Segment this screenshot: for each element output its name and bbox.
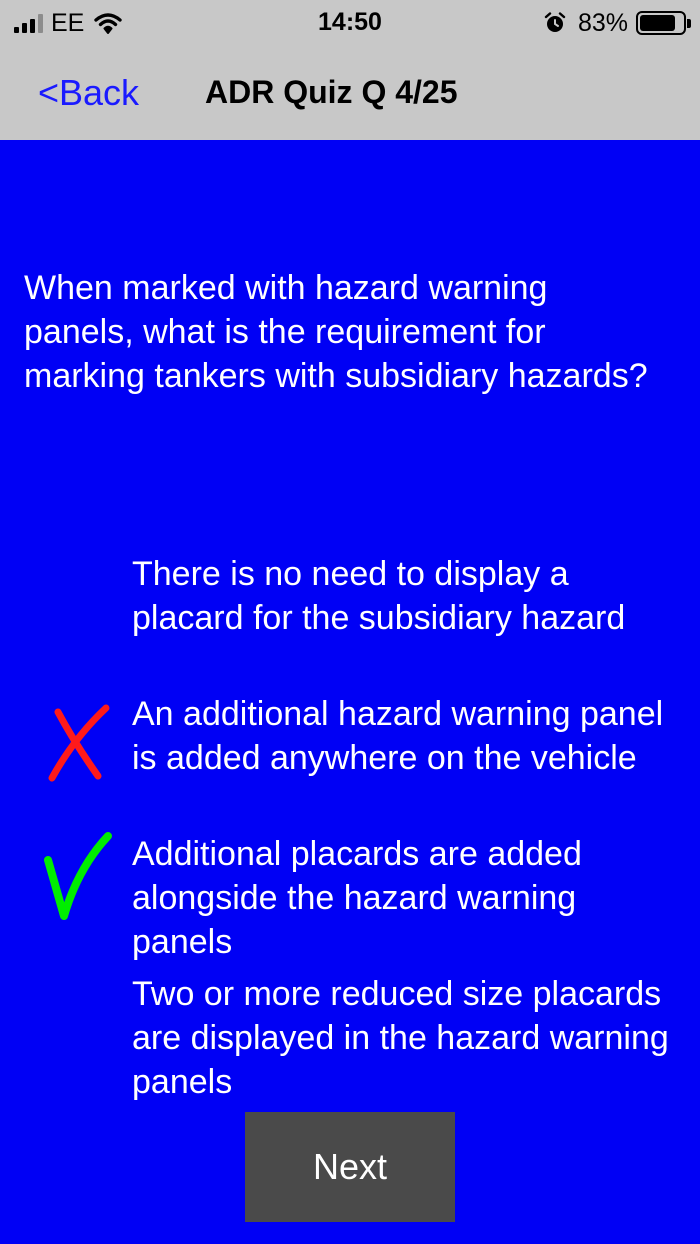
alarm-icon [544,12,566,32]
status-bar: EE 14:50 83% [0,0,700,46]
battery-nub [687,19,691,28]
battery-fill [640,15,675,31]
answer-text: Two or more reduced size placards are di… [132,975,669,1101]
red-cross-icon [48,704,110,782]
battery-icon [636,11,691,35]
answer-text: There is no need to display a placard fo… [132,555,626,637]
back-button[interactable]: <Back [38,72,139,114]
page-title: ADR Quiz Q 4/25 [205,74,458,110]
question-text: When marked with hazard warning panels, … [24,269,648,395]
nav-bar: <Back ADR Quiz Q 4/25 [0,46,700,140]
battery-percent: 83% [577,8,628,37]
green-check-icon [44,832,112,920]
answer-option-3[interactable]: Additional placards are added alongside … [0,830,700,966]
answer-text: An additional hazard warning panel is ad… [132,695,664,777]
answer-option-2[interactable]: An additional hazard warning panel is ad… [0,690,700,826]
answer-option-1[interactable]: There is no need to display a placard fo… [0,550,700,686]
status-right: 83% [544,8,691,38]
answer-option-4[interactable]: Two or more reduced size placards are di… [0,972,700,1108]
next-button[interactable]: Next [245,1112,455,1222]
answer-text: Additional placards are added alongside … [132,835,582,961]
